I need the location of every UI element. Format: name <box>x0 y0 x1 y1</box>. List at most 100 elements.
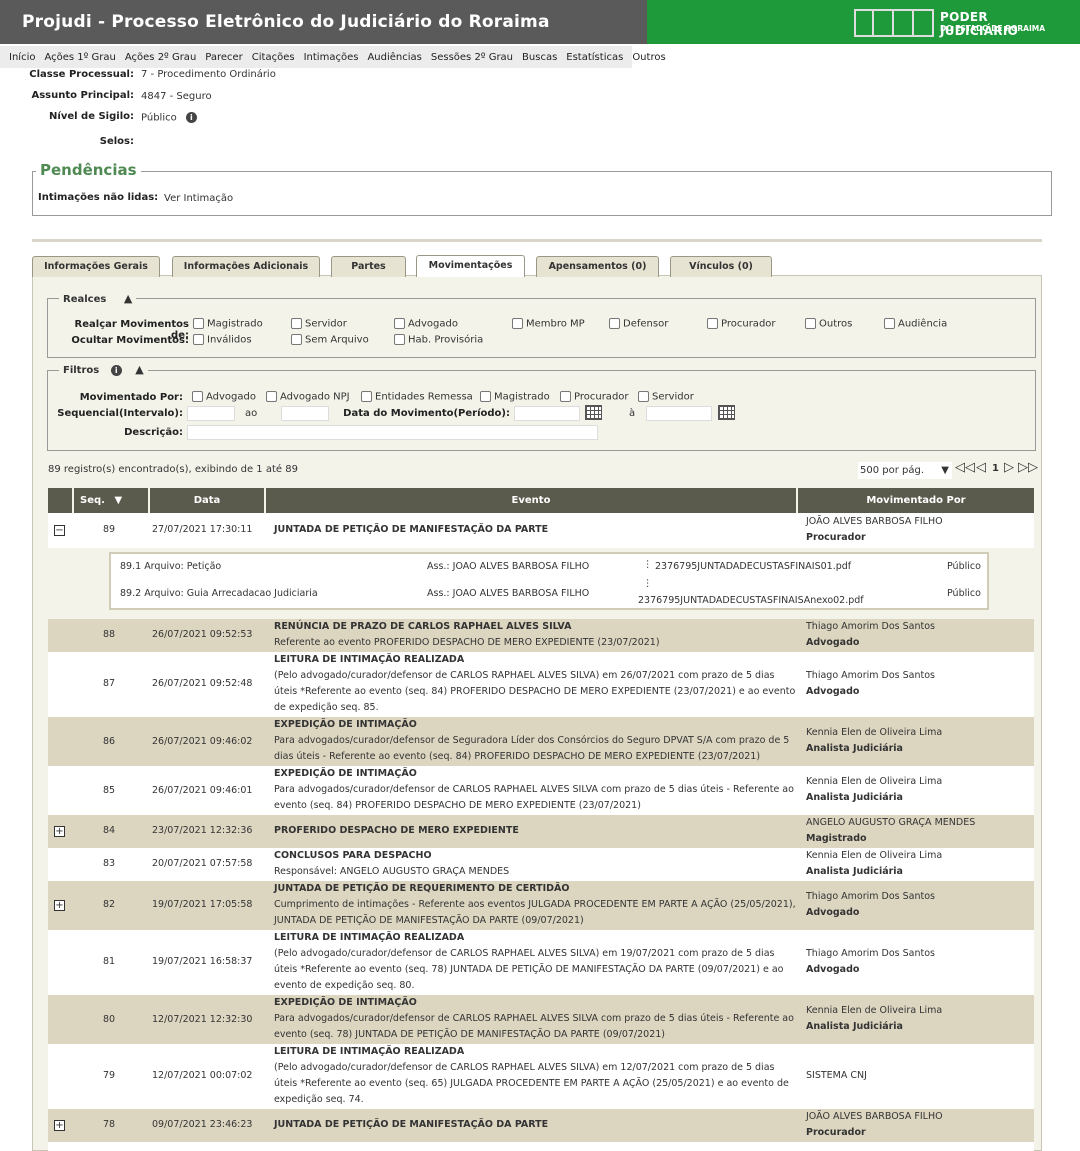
filtro-advogado-npj-checkbox[interactable]: Advogado NPJ <box>266 391 350 403</box>
table-row[interactable] <box>48 1142 1034 1151</box>
row-event: LEITURA DE INTIMAÇÃO REALIZADA (Pelo advo… <box>274 654 796 713</box>
menu-item-intimacoes[interactable]: Intimações <box>304 52 359 63</box>
table-header-toggle <box>48 488 72 513</box>
ocultar-hab-provisoria-checkbox[interactable]: Hab. Provisória <box>394 334 483 346</box>
tab-movimentacoes[interactable]: Movimentações <box>416 255 525 277</box>
table-row[interactable]: 85 26/07/2021 09:46:01 EXPEDIÇÃO DE INTI… <box>48 766 1034 815</box>
calendar-icon[interactable] <box>718 405 735 420</box>
file-signature: Ass.: JOAO ALVES BARBOSA FILHO <box>427 588 590 599</box>
realcar-outros-checkbox[interactable]: Outros <box>805 318 852 330</box>
file-row-2[interactable]: 89.2 Arquivo: Guia Arrecadacao Judiciari… <box>120 588 318 599</box>
assunto-value: 4847 - Seguro <box>141 91 212 102</box>
row-date: 26/07/2021 09:46:01 <box>152 785 253 796</box>
row-date: 12/07/2021 12:32:30 <box>152 1014 253 1025</box>
expand-plus-icon[interactable]: + <box>54 1120 65 1131</box>
tab-informacoes-gerais[interactable]: Informações Gerais <box>32 256 160 277</box>
table-header-seq[interactable]: Seq. ▼ <box>74 488 148 513</box>
mov-por-label: Movimentado Por: <box>79 392 183 403</box>
realcar-advogado-checkbox[interactable]: Advogado <box>394 318 458 330</box>
filtro-magistrado-checkbox[interactable]: Magistrado <box>480 391 550 403</box>
table-row[interactable]: 87 26/07/2021 09:52:48 LEITURA DE INTIMA… <box>48 652 1034 717</box>
current-page: 1 <box>992 463 999 474</box>
realcar-membro-mp-checkbox[interactable]: Membro MP <box>512 318 585 330</box>
info-icon[interactable]: i <box>185 112 197 123</box>
files-panel: 89.1 Arquivo: Petição Ass.: JOAO ALVES B… <box>109 552 989 610</box>
menu-item-buscas[interactable]: Buscas <box>522 52 557 63</box>
menu-item-citacoes[interactable]: Citações <box>252 52 295 63</box>
file-menu-icon[interactable]: ⋮ <box>643 578 653 589</box>
filtro-entidades-remessa-checkbox[interactable]: Entidades Remessa <box>361 391 473 403</box>
ver-intimacao-link[interactable]: Ver Intimação <box>164 193 233 204</box>
menu-item-audiencias[interactable]: Audiências <box>367 52 421 63</box>
expand-plus-icon[interactable]: + <box>54 900 65 911</box>
collapse-up-icon[interactable]: ▲ <box>135 363 143 376</box>
table-row[interactable]: − 89 27/07/2021 17:30:11 JUNTADA DE PETI… <box>48 513 1034 548</box>
descricao-label: Descrição: <box>124 427 183 438</box>
filtro-advogado-checkbox[interactable]: Advogado <box>192 391 256 403</box>
filtro-procurador-checkbox[interactable]: Procurador <box>560 391 629 403</box>
table-row[interactable]: 80 12/07/2021 12:32:30 EXPEDIÇÃO DE INTI… <box>48 995 1034 1044</box>
table-row[interactable]: 83 20/07/2021 07:57:58 CONCLUSOS PARA DE… <box>48 848 1034 881</box>
menu-item-acoes-1-grau[interactable]: Ações 1º Grau <box>44 52 115 63</box>
tab-partes[interactable]: Partes <box>331 256 406 277</box>
table-row[interactable]: + 78 09/07/2021 23:46:23 JUNTADA DE PETI… <box>48 1109 1034 1142</box>
per-page-select[interactable]: 500 por pág. ▼ <box>858 462 952 479</box>
file-menu-icon[interactable]: ⋮ <box>643 559 653 570</box>
pendencias-title: Pendências <box>36 161 141 179</box>
menu-item-sessoes-2-grau[interactable]: Sessões 2º Grau <box>431 52 513 63</box>
table-row[interactable]: + 84 23/07/2021 12:32:36 PROFERIDO DESPA… <box>48 815 1034 848</box>
file-level: Público <box>947 561 981 572</box>
menu-item-estatisticas[interactable]: Estatísticas <box>566 52 623 63</box>
selos-label: Selos: <box>99 136 134 147</box>
collapse-up-icon[interactable]: ▲ <box>124 292 132 305</box>
calendar-icon[interactable] <box>585 405 602 420</box>
row-movimentado-por: Thiago Amorim Dos Santos Advogado <box>806 948 935 975</box>
seq-start-input[interactable] <box>187 406 235 421</box>
expand-plus-icon[interactable]: + <box>54 826 65 837</box>
tab-informacoes-adicionais[interactable]: Informações Adicionais <box>172 256 320 277</box>
file-row-1[interactable]: 89.1 Arquivo: Petição <box>120 561 221 572</box>
filtros-info-icon[interactable]: i <box>110 364 122 376</box>
intimacoes-label: Intimações não lidas: <box>38 192 159 203</box>
table-header-data[interactable]: Data <box>150 488 264 513</box>
seq-end-input[interactable] <box>281 406 329 421</box>
file-link[interactable]: 2376795JUNTADADECUSTASFINAIS01.pdf <box>655 561 851 572</box>
sigilo-text[interactable]: Público <box>141 113 177 124</box>
file-signature: Ass.: JOAO ALVES BARBOSA FILHO <box>427 561 590 572</box>
filtro-servidor-checkbox[interactable]: Servidor <box>638 391 694 403</box>
realcar-servidor-checkbox[interactable]: Servidor <box>291 318 347 330</box>
table-row[interactable]: 86 26/07/2021 09:46:02 EXPEDIÇÃO DE INTI… <box>48 717 1034 766</box>
table-row[interactable]: 79 12/07/2021 00:07:02 LEITURA DE INTIMA… <box>48 1044 1034 1109</box>
menu-item-outros[interactable]: Outros <box>632 52 665 63</box>
table-row[interactable]: 88 26/07/2021 09:52:53 RENÚNCIA DE PRAZO… <box>48 619 1034 652</box>
row-seq: 85 <box>102 785 116 796</box>
table-row[interactable]: 81 19/07/2021 16:58:37 LEITURA DE INTIMA… <box>48 930 1034 995</box>
menu-item-inicio[interactable]: Início <box>9 52 35 63</box>
menu-item-parecer[interactable]: Parecer <box>205 52 243 63</box>
tab-vinculos[interactable]: Vínculos (0) <box>670 256 772 277</box>
ocultar-sem-arquivo-checkbox[interactable]: Sem Arquivo <box>291 334 369 346</box>
data-start-input[interactable] <box>514 406 580 421</box>
file-link[interactable]: 2376795JUNTADADECUSTASFINAISAnexo02.pdf <box>638 595 864 606</box>
table-header-evento[interactable]: Evento <box>266 488 796 513</box>
first-page-icon[interactable]: ◁◁ <box>955 460 975 475</box>
tab-apensamentos[interactable]: Apensamentos (0) <box>536 256 659 277</box>
row-movimentado-por: Thiago Amorim Dos Santos Advogado <box>806 621 935 648</box>
prev-page-icon[interactable]: ◁ <box>976 460 986 475</box>
realcar-procurador-checkbox[interactable]: Procurador <box>707 318 776 330</box>
realcar-magistrado-checkbox[interactable]: Magistrado <box>193 318 263 330</box>
table-row[interactable]: + 82 19/07/2021 17:05:58 JUNTADA DE PETI… <box>48 881 1034 930</box>
filtros-legend: Filtros i ▲ <box>59 363 148 376</box>
data-end-input[interactable] <box>646 406 712 421</box>
table-header-movimentado-por[interactable]: Movimentado Por <box>798 488 1034 513</box>
ocultar-invalidos-checkbox[interactable]: Inválidos <box>193 334 252 346</box>
last-page-icon[interactable]: ▷▷ <box>1018 460 1038 475</box>
descricao-input[interactable] <box>187 425 598 440</box>
realcar-audiencia-checkbox[interactable]: Audiência <box>884 318 947 330</box>
a-label: à <box>629 408 636 419</box>
row-movimentado-por: Kennia Elen de Oliveira Lima Analista Jud… <box>806 1005 943 1032</box>
realcar-defensor-checkbox[interactable]: Defensor <box>609 318 668 330</box>
menu-item-acoes-2-grau[interactable]: Ações 2º Grau <box>125 52 196 63</box>
next-page-icon[interactable]: ▷ <box>1004 460 1014 475</box>
collapse-minus-icon[interactable]: − <box>54 525 65 536</box>
